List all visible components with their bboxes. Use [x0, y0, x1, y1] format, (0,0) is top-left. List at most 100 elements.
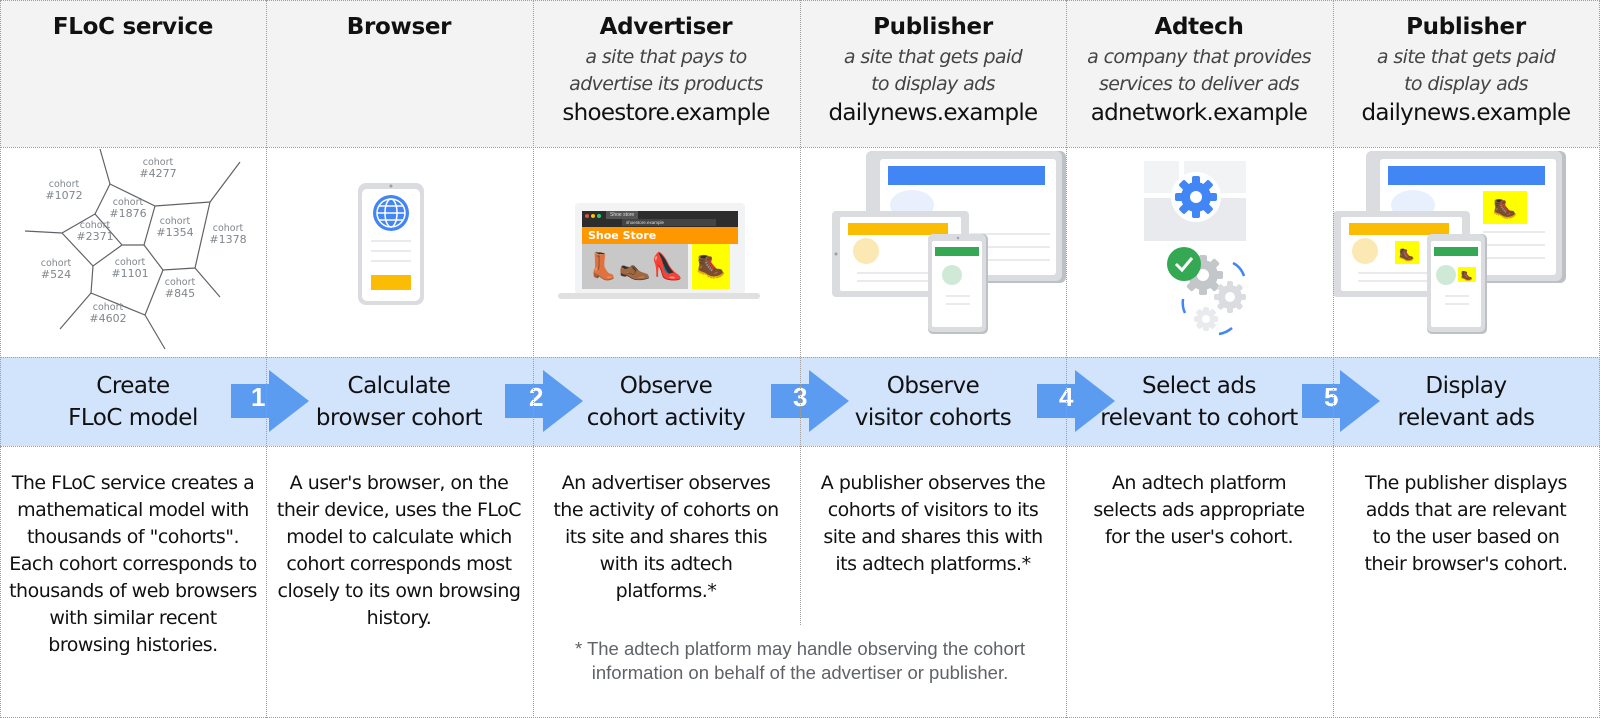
adtech-gears-illustration	[1066, 147, 1332, 357]
column-header-publisher-2: Publisher a site that gets paid to displa…	[1333, 0, 1599, 147]
column-subtitle: a site that gets paid to display ads	[800, 44, 1066, 98]
grid-line	[0, 0, 1, 718]
footnote-line: information on behalf of the advertiser …	[591, 662, 1009, 683]
cohort-id: #845	[165, 287, 195, 300]
browser-tab: Shoe store	[606, 211, 639, 219]
phone-illustration	[266, 147, 532, 357]
column-title: Advertiser	[599, 14, 733, 40]
column-header-adtech: Adtech a company that provides services t…	[1066, 0, 1332, 147]
step-label-line: cohort activity	[586, 404, 746, 431]
subtitle-line: to display ads	[1404, 73, 1528, 95]
smartphone-globe-icon	[358, 183, 424, 305]
cohort-id: #1354	[156, 226, 193, 239]
cohort-id: #2371	[76, 230, 113, 243]
column-subtitle: a company that provides services to deliv…	[1066, 44, 1332, 98]
url-bar: shoestore.example	[622, 219, 716, 226]
step-number: 2	[529, 382, 544, 412]
shoe-products: 👢👞👠	[582, 244, 688, 289]
column-header-advertiser: Advertiser a site that pays to advertise …	[533, 0, 799, 147]
close-dot-icon	[585, 214, 589, 218]
step-arrow-2: 2	[505, 370, 583, 432]
arrow-right-icon	[505, 370, 583, 432]
description-browser: A user's browser, on the their device, u…	[276, 472, 522, 629]
step-create-floc-model: Create FLoC model	[0, 357, 266, 446]
column-title: Browser	[346, 14, 452, 40]
arrow-right-icon	[1302, 370, 1380, 432]
description-publisher-2: The publisher displays adds that are rel…	[1364, 472, 1568, 575]
column-title: Adtech	[1154, 14, 1244, 40]
column-domain: dailynews.example	[1361, 100, 1571, 126]
step-arrow-5: 5	[1302, 370, 1380, 432]
step-label-line: Display	[1425, 372, 1507, 399]
subtitle-line: a company that provides	[1087, 46, 1311, 68]
cohort-id: #1876	[109, 207, 146, 220]
cohort-id: #1101	[111, 267, 148, 280]
cohort-model-illustration: cohort #4277 cohort #1072 cohort #1876 cohort #…	[0, 147, 266, 357]
voronoi-diagram-icon: cohort#4277cohort#1072cohort#1876cohort#…	[24, 148, 247, 350]
grid-line	[266, 0, 267, 718]
cohort-id: #524	[41, 268, 71, 281]
column-title: FLoC service	[52, 14, 214, 40]
column-header-floc-service: FLoC service	[0, 0, 266, 147]
step-label-line: visitor cohorts	[854, 404, 1012, 431]
minimize-dot-icon	[591, 214, 595, 218]
shoestore-laptop-illustration: Shoe store shoestore.example Shoe Store …	[533, 147, 799, 357]
description-publisher: A publisher observes the cohorts of visi…	[820, 472, 1046, 575]
grid-line	[533, 0, 534, 718]
step-label-line: Calculate	[347, 372, 451, 399]
grid-line	[1066, 0, 1067, 718]
svg-text:🥾: 🥾	[1399, 247, 1415, 262]
column-subtitle: a site that gets paid to display ads	[1333, 44, 1599, 98]
gears-check-icon	[1144, 161, 1246, 336]
cohort-id: #1378	[209, 233, 246, 246]
step-label-line: Observe	[886, 372, 980, 399]
description-advertiser: An advertiser observes the activity of c…	[553, 472, 779, 602]
grid-line	[1333, 0, 1334, 718]
svg-text:🥾: 🥾	[1461, 270, 1473, 282]
step-label-line: Create	[96, 372, 170, 399]
step-label-line: FLoC model	[68, 404, 198, 431]
arrow-right-icon	[231, 370, 309, 432]
subtitle-line: a site that gets paid	[843, 46, 1023, 68]
browser-chrome: Shoe store shoestore.example	[582, 211, 738, 227]
grid-line	[800, 0, 801, 625]
column-subtitle: a site that pays to advertise its product…	[533, 44, 799, 98]
column-title: Publisher	[873, 14, 993, 40]
step-arrow-1: 1	[231, 370, 309, 432]
hiking-boot-ad-icon: 🥾	[692, 244, 730, 289]
cohort-id: #1072	[45, 189, 82, 202]
step-label-line: Select ads	[1142, 372, 1256, 399]
column-header-publisher: Publisher a site that gets paid to displa…	[800, 0, 1066, 147]
subtitle-line: services to deliver ads	[1098, 73, 1300, 95]
step-label-line: relevant to cohort	[1100, 404, 1298, 431]
column-domain: shoestore.example	[562, 100, 770, 126]
footnote-line: * The adtech platform may handle observi…	[574, 638, 1026, 659]
publisher-ads-illustration: 🥾 🥾 🥾	[1333, 147, 1599, 357]
column-title: Publisher	[1406, 14, 1526, 40]
arrow-right-icon	[1037, 370, 1115, 432]
shoe-store-banner: Shoe Store	[582, 227, 738, 244]
subtitle-line: a site that gets paid	[1376, 46, 1556, 68]
step-number: 5	[1324, 382, 1339, 412]
multi-device-ads-icon: 🥾 🥾 🥾	[1333, 151, 1566, 334]
description-adtech: An adtech platform selects ads appropria…	[1093, 472, 1305, 548]
step-arrow-4: 4	[1037, 370, 1115, 432]
step-label-line: relevant ads	[1397, 404, 1535, 431]
step-label-line: browser cohort	[315, 404, 483, 431]
maximize-dot-icon	[597, 214, 601, 218]
laptop-base	[558, 293, 760, 299]
column-header-browser: Browser	[266, 0, 532, 147]
subtitle-line: advertise its products	[569, 73, 763, 95]
cohort-id: #4277	[139, 167, 176, 180]
publisher-devices-illustration	[800, 147, 1066, 357]
column-domain: dailynews.example	[828, 100, 1038, 126]
subtitle-line: to display ads	[871, 73, 995, 95]
step-label-line: Observe	[619, 372, 713, 399]
step-number: 1	[251, 382, 266, 412]
column-domain: adnetwork.example	[1090, 100, 1308, 126]
cohort-id: #4602	[89, 312, 126, 325]
step-arrow-3: 3	[771, 370, 849, 432]
svg-text:🥾: 🥾	[1493, 198, 1518, 220]
subtitle-line: a site that pays to	[585, 46, 747, 68]
multi-device-icon	[832, 151, 1066, 334]
